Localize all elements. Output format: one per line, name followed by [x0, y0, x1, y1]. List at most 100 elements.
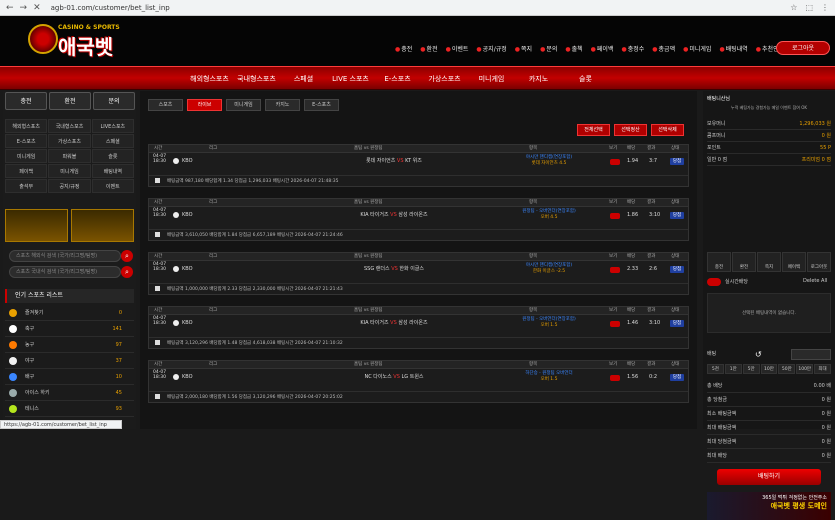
tab-item[interactable]: 스포츠 — [148, 99, 183, 111]
left-menu-item[interactable]: 공지/규정 — [48, 179, 91, 193]
sport-list-item[interactable]: 야구 37 — [5, 353, 134, 369]
address-bar[interactable]: agb-01.com/customer/bet_list_inp — [51, 4, 170, 12]
reload-icon[interactable]: ✕ — [33, 0, 41, 16]
account-action-button[interactable]: 페이백 — [782, 252, 806, 272]
account-row: 콤프머니 0 원 — [707, 130, 831, 142]
amount-chip[interactable]: 최대 — [814, 364, 831, 374]
account-action-button[interactable]: 환전 — [732, 252, 756, 272]
site-logo[interactable]: CASINO & SPORTS 애국벳 — [28, 22, 138, 62]
sport-list-item[interactable]: 배구 10 — [5, 369, 134, 385]
left-menu-item[interactable]: 미니게임 — [5, 149, 48, 163]
topmenu-item[interactable]: ●이벤트 — [446, 44, 469, 53]
topmenu-item[interactable]: ●배팅내역 — [719, 44, 747, 53]
logout-button[interactable]: 로그아웃 — [776, 41, 830, 55]
tab-item[interactable]: 미니게임 — [226, 99, 261, 111]
inquiry-button[interactable]: 문의 — [93, 92, 135, 110]
tab-item[interactable]: E-스포츠 — [304, 99, 339, 111]
topmenu-item[interactable]: ●환전 — [420, 44, 437, 53]
account-action-button[interactable]: 로그아웃 — [807, 252, 831, 272]
topmenu-item[interactable]: ●총금액 — [652, 44, 675, 53]
overseas-search-input[interactable]: 스포츠 해외식 검색 (국가/리그명/팀명) — [9, 250, 121, 262]
bet-action-button[interactable]: 선택정산 — [614, 124, 647, 136]
left-menu-item[interactable]: 이벤트 — [91, 179, 134, 193]
view-icon[interactable] — [610, 213, 620, 219]
sport-list-item[interactable]: 축구 141 — [5, 321, 134, 337]
left-menu-item[interactable]: 슬롯 — [91, 149, 134, 163]
forward-icon[interactable]: → — [20, 0, 28, 16]
topmenu-item[interactable]: ●충정수 — [621, 44, 644, 53]
amount-chip[interactable]: 1만 — [724, 364, 742, 374]
account-action-button[interactable]: 쪽지 — [757, 252, 781, 272]
topmenu-item[interactable]: ●페이백 — [591, 44, 614, 53]
sport-list-item[interactable]: 아이스 하키 45 — [5, 385, 134, 401]
pick-selection: 오버 4.5 — [540, 215, 558, 220]
view-icon[interactable] — [610, 375, 620, 381]
bet-pick: 원정팀 - 오버언더(연장포함) 오버 4.5 — [494, 208, 604, 228]
left-menu-item[interactable]: 페이백 — [5, 164, 48, 178]
topmenu-item[interactable]: ●출첵 — [565, 44, 582, 53]
reset-icon[interactable]: ↺ — [755, 348, 762, 361]
left-menu-item[interactable]: 가상스포츠 — [48, 134, 91, 148]
withdraw-button[interactable]: 환전 — [49, 92, 91, 110]
search-icon[interactable]: ⌕ — [121, 250, 133, 262]
main-nav-item[interactable]: 미니게임 — [468, 67, 515, 91]
sport-list-item[interactable]: 즐겨찾기 0 — [5, 305, 134, 321]
left-menu-item[interactable]: 출석부 — [5, 179, 48, 193]
main-nav-item[interactable]: 슬롯 — [562, 67, 609, 91]
main-nav-item[interactable]: LIVE 스포츠 — [327, 67, 374, 91]
topmenu-item[interactable]: ●쪽지 — [515, 44, 532, 53]
domain-promo-banner[interactable]: 365일 먹튀 걱정없는 안전주소 애국벳 평생 도메인 — [707, 492, 831, 520]
delete-all-button[interactable]: Delete All — [803, 278, 827, 284]
left-menu-item[interactable]: 해외형스포츠 — [5, 119, 48, 133]
left-menu-item[interactable]: 배팅내역 — [91, 164, 134, 178]
bet-action-button[interactable]: 전체선택 — [577, 124, 610, 136]
menu-icon[interactable]: ⋮ — [821, 3, 829, 12]
deposit-button[interactable]: 충전 — [5, 92, 47, 110]
bookmark-icon[interactable]: ☆ — [790, 3, 797, 12]
live-odds-toggle[interactable] — [707, 278, 721, 286]
topmenu-item[interactable]: ●문의 — [540, 44, 557, 53]
main-nav-item[interactable]: E-스포츠 — [374, 67, 421, 91]
left-menu-item[interactable]: LIVE스포츠 — [91, 119, 134, 133]
amount-chip[interactable]: 50만 — [778, 364, 796, 374]
left-menu-item[interactable]: 파워볼 — [48, 149, 91, 163]
amount-chip[interactable]: 100만 — [796, 364, 814, 374]
column-header: 배당 — [627, 200, 636, 205]
topmenu-item[interactable]: ●공지/규정 — [476, 44, 506, 53]
place-bet-button[interactable]: 배팅하기 — [717, 469, 821, 485]
bet-odds: 1.86 — [627, 212, 639, 218]
left-menu-item[interactable]: E-스포츠 — [5, 134, 48, 148]
sport-list-item[interactable]: 테니스 93 — [5, 401, 134, 417]
domestic-search-input[interactable]: 스포츠 국내식 검색 (국가/리그명/팀명) — [9, 266, 121, 278]
bet-date: 04-07 18:30 — [153, 262, 166, 282]
column-header: 항목 — [529, 308, 538, 313]
topmenu-item[interactable]: ●미니게임 — [683, 44, 711, 53]
main-nav-item[interactable]: 가상스포츠 — [421, 67, 468, 91]
main-nav-item[interactable]: 카지노 — [515, 67, 562, 91]
view-icon[interactable] — [610, 267, 620, 273]
sport-list-item[interactable]: 농구 97 — [5, 337, 134, 353]
left-menu-item[interactable]: 국내형스포츠 — [48, 119, 91, 133]
topmenu-item[interactable]: ●충전 — [395, 44, 412, 53]
account-action-button[interactable]: 충전 — [707, 252, 731, 272]
slot-banner[interactable] — [71, 209, 134, 242]
search-icon[interactable]: ⌕ — [121, 266, 133, 278]
amount-chip[interactable]: 5천 — [707, 364, 724, 374]
extensions-icon[interactable]: ⬚ — [805, 3, 813, 12]
left-menu-item[interactable]: 스페셜 — [91, 134, 134, 148]
view-icon[interactable] — [610, 159, 620, 165]
bet-amount-input[interactable] — [791, 349, 831, 360]
view-icon[interactable] — [610, 321, 620, 327]
tab-item[interactable]: 카지노 — [265, 99, 300, 111]
amount-chip[interactable]: 5만 — [742, 364, 760, 374]
left-menu-item[interactable]: 미니게임 — [48, 164, 91, 178]
bet-action-button[interactable]: 선택삭제 — [651, 124, 684, 136]
back-icon[interactable]: ← — [6, 0, 14, 16]
sport-icon — [9, 309, 17, 317]
tab-item[interactable]: 라이브 — [187, 99, 222, 111]
amount-chip[interactable]: 10만 — [760, 364, 778, 374]
main-nav-item[interactable]: 스페셜 — [280, 67, 327, 91]
main-nav-item[interactable]: 해외형스포츠 — [186, 67, 233, 91]
main-nav-item[interactable]: 국내형스포츠 — [233, 67, 280, 91]
casino-banner[interactable] — [5, 209, 68, 242]
